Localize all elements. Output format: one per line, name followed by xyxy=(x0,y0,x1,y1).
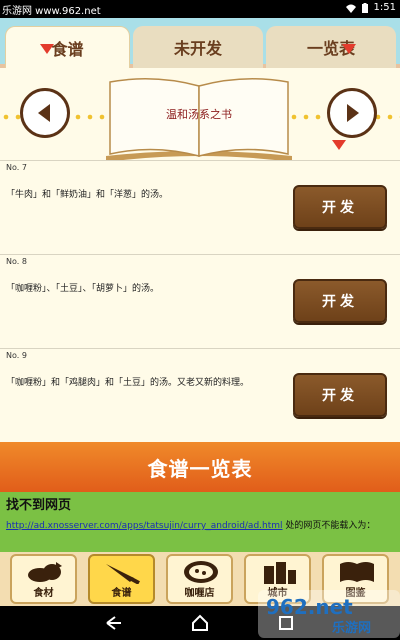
recipe-list: No. 7 「牛肉」和「鲜奶油」和「洋葱」的汤。 开发 No. 8 「咖喱粉」、… xyxy=(0,160,400,442)
home-icon[interactable] xyxy=(191,614,209,632)
book-icon xyxy=(340,562,374,582)
recipe-item: No. 9 「咖喱粉」和「鸡腿肉」和「土豆」的汤。又老又新的料理。 开发 xyxy=(0,348,400,442)
recipe-item: No. 8 「咖喱粉」、「土豆」、「胡萝卜」的汤。 开发 xyxy=(0,254,400,348)
tab-recipes[interactable]: 食谱 xyxy=(5,26,130,68)
status-left-text: 乐游网 www.962.net xyxy=(2,6,101,17)
book: 温和汤系之书 xyxy=(104,76,294,164)
ingredients-icon xyxy=(28,562,62,582)
recipe-description: 「牛肉」和「鲜奶油」和「洋葱」的汤。 xyxy=(6,190,169,200)
menu-ingredients[interactable]: 食材 xyxy=(10,554,77,604)
previous-book-button[interactable] xyxy=(20,88,70,138)
book-selector: 温和汤系之书 xyxy=(0,68,400,162)
new-indicator-icon xyxy=(332,140,346,150)
webview-error-suffix: 处的网页不能载入为： xyxy=(282,521,376,531)
back-icon[interactable] xyxy=(105,614,123,632)
recipe-number: No. 8 xyxy=(6,257,27,266)
tab-bar: 食谱 未开发 一览表 xyxy=(0,18,400,68)
city-icon xyxy=(264,562,296,584)
battery-icon xyxy=(361,2,368,13)
status-right: 1:51 xyxy=(345,2,396,13)
recipe-description: 「咖喱粉」和「鸡腿肉」和「土豆」的汤。又老又新的料理。 xyxy=(6,378,250,388)
menu-curry-shop[interactable]: 咖喱店 xyxy=(166,554,233,604)
next-book-button[interactable] xyxy=(327,88,377,138)
wifi-icon xyxy=(345,4,356,13)
webview-error-title: 找不到网页 xyxy=(6,498,72,513)
menu-curry-shop-label: 咖喱店 xyxy=(184,588,215,599)
arrow-left-icon xyxy=(38,104,50,122)
tab-overview[interactable]: 一览表 xyxy=(266,26,396,68)
webview-error-url[interactable]: http://ad.xnosserver.com/apps/tatsujin/c… xyxy=(6,521,283,531)
status-time: 1:51 xyxy=(373,2,396,13)
tab-recipes-label: 食谱 xyxy=(51,39,84,59)
develop-button[interactable]: 开发 xyxy=(293,279,387,323)
site-watermark-logo: 962.net 乐游网 xyxy=(258,590,400,638)
ad-webview: 找不到网页 http://ad.xnosserver.com/apps/tats… xyxy=(0,492,400,552)
menu-recipes[interactable]: 食谱 xyxy=(88,554,155,604)
recipe-number: No. 9 xyxy=(6,351,27,360)
svg-text:962.net: 962.net xyxy=(266,595,353,619)
develop-button[interactable]: 开发 xyxy=(293,373,387,417)
knife-icon xyxy=(106,564,140,584)
recipe-number: No. 7 xyxy=(6,163,27,172)
svg-text:乐游网: 乐游网 xyxy=(332,620,371,636)
new-indicator-icon xyxy=(40,44,54,54)
new-indicator-icon xyxy=(342,44,356,54)
status-bar: 乐游网 www.962.net 1:51 xyxy=(0,0,400,18)
recipe-description: 「咖喱粉」、「土豆」、「胡萝卜」的汤。 xyxy=(6,284,160,294)
menu-recipes-label: 食谱 xyxy=(111,588,132,599)
recipe-item: No. 7 「牛肉」和「鲜奶油」和「洋葱」的汤。 开发 xyxy=(0,160,400,254)
tab-undeveloped-label: 未开发 xyxy=(173,39,222,58)
webview-error-message: http://ad.xnosserver.com/apps/tatsujin/c… xyxy=(6,520,396,532)
recipe-overview-banner[interactable]: 食谱一览表 xyxy=(0,442,400,492)
menu-ingredients-label: 食材 xyxy=(33,588,54,599)
book-title: 温和汤系之书 xyxy=(166,108,232,121)
curry-plate-icon xyxy=(184,561,218,583)
develop-button[interactable]: 开发 xyxy=(293,185,387,229)
arrow-right-icon xyxy=(347,104,359,122)
tab-undeveloped[interactable]: 未开发 xyxy=(133,26,263,68)
